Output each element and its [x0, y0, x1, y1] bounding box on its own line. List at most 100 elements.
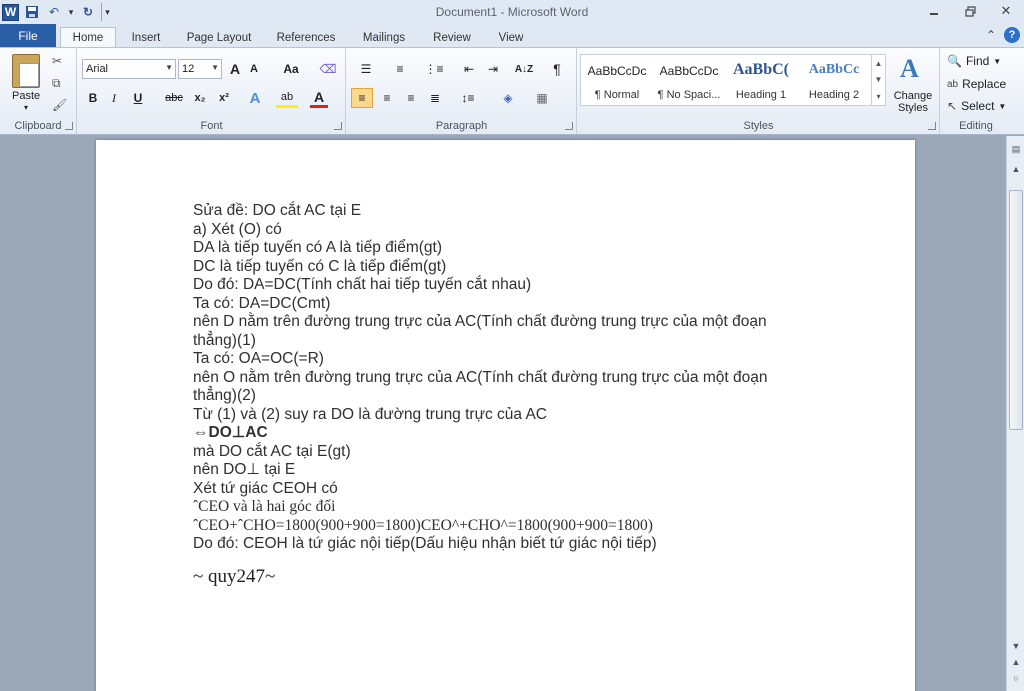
font-color-button[interactable]: A [310, 88, 328, 108]
cut-icon[interactable]: ✂ [52, 54, 62, 68]
highlight-button[interactable]: ab [276, 88, 298, 108]
superscript-button[interactable]: x² [214, 88, 234, 108]
font-name-combo[interactable]: Arial ▼ [82, 59, 176, 79]
bullets-icon[interactable]: ☰ [353, 59, 379, 79]
help-icon[interactable]: ? [1004, 27, 1020, 43]
doc-line: nên O nằm trên đường trung trực của AC(T… [193, 368, 768, 386]
minimize-ribbon-icon[interactable]: ⌃ [986, 28, 996, 42]
underline-button[interactable]: U [130, 88, 146, 108]
scroll-up-icon[interactable]: ▲ [1010, 162, 1022, 176]
doc-line: ˆCEO và là hai góc đối [193, 498, 336, 515]
shading-icon[interactable]: ◈ [495, 88, 521, 108]
style-heading-1[interactable]: AaBbC( Heading 1 [725, 55, 797, 105]
undo-dropdown-icon[interactable]: ▾ [67, 3, 75, 21]
italic-button[interactable]: I [106, 88, 122, 108]
clear-formatting-icon[interactable]: ⌫ [318, 59, 338, 79]
scroll-down-icon[interactable]: ▼ [1010, 639, 1022, 653]
doc-line: a) Xét (O) có [193, 220, 282, 238]
style-no-spacing[interactable]: AaBbCcDc ¶ No Spaci... [653, 55, 725, 105]
chevron-down-icon[interactable]: ▼ [875, 75, 883, 84]
ruler-toggle-icon[interactable]: ▤ [1010, 142, 1022, 156]
decrease-indent-icon[interactable]: ⇤ [459, 59, 479, 79]
numbering-icon[interactable]: ≡ [387, 59, 413, 79]
document-body[interactable]: Sửa đề: DO cắt AC tại E a) Xét (O) có DA… [193, 202, 803, 586]
tab-review[interactable]: Review [424, 27, 480, 48]
justify-icon[interactable]: ≣ [425, 88, 445, 108]
doc-line: nên DO⊥ tại E [193, 461, 296, 478]
replace-button[interactable]: ab Replace [947, 77, 1006, 91]
select-browse-object-icon[interactable]: ○ [1010, 671, 1022, 685]
clipboard-launcher-icon[interactable] [65, 122, 73, 130]
tab-file[interactable]: File [0, 24, 56, 48]
minimize-button[interactable] [916, 0, 952, 22]
word-app-icon[interactable]: W [2, 3, 19, 21]
change-case-button[interactable]: Aa [278, 59, 304, 79]
chevron-down-icon: ▼ [993, 56, 1002, 66]
help-area: ⌃ ? [986, 27, 1020, 43]
strikethrough-button[interactable]: abc [162, 88, 186, 108]
find-button[interactable]: 🔍 Find ▼ [947, 54, 1001, 68]
replace-label: Replace [962, 77, 1007, 91]
scroll-thumb[interactable] [1009, 190, 1023, 430]
tab-insert[interactable]: Insert [122, 27, 170, 48]
doc-line: Ta có: OA=OC(=R) [193, 350, 324, 367]
align-left-icon[interactable]: ≡ [351, 88, 373, 108]
select-button[interactable]: ↖ Select ▼ [947, 99, 1006, 113]
align-center-icon[interactable]: ≡ [377, 88, 397, 108]
styles-scroll[interactable]: ▲ ▼ ▾ [871, 55, 885, 105]
doc-line: ˆCEO+ˆCHO=1800(900+900=1800)CEO^+CHO^=18… [193, 516, 653, 534]
format-painter-icon[interactable]: 🖌 [52, 98, 67, 112]
window-title: Document1 - Microsoft Word [435, 5, 589, 19]
align-right-icon[interactable]: ≡ [401, 88, 421, 108]
style-no-spacing-name: ¶ No Spaci... [657, 89, 721, 101]
style-heading-1-name: Heading 1 [735, 89, 787, 101]
doc-line: DC là tiếp tuyến có C là tiếp điểm(gt) [193, 257, 447, 275]
doc-line: Xét tứ giác CEOH có [193, 479, 338, 497]
paragraph-group: ☰ ≡ ⋮≡ ⇤ ⇥ A↓Z ¶ ≡ ≡ ≡ ≣ ↕≡ ◈ ▦ Paragrap… [347, 48, 577, 134]
style-no-spacing-sample: AaBbCcDc [659, 64, 719, 78]
previous-page-icon[interactable]: ▲ [1010, 655, 1022, 669]
increase-indent-icon[interactable]: ⇥ [483, 59, 503, 79]
font-launcher-icon[interactable] [334, 122, 342, 130]
doc-line: Ta có: DA=DC(Cmt) [193, 294, 331, 312]
change-styles-button[interactable]: A Change Styles [890, 54, 936, 114]
borders-icon[interactable]: ▦ [529, 88, 555, 108]
shrink-font-button[interactable]: A [246, 59, 262, 79]
redo-icon[interactable]: ↻ [79, 3, 97, 21]
restore-button[interactable] [952, 0, 988, 22]
sort-icon[interactable]: A↓Z [513, 59, 535, 79]
copy-icon[interactable]: ⧉ [52, 76, 61, 91]
chevron-up-icon[interactable]: ▲ [875, 59, 883, 68]
replace-icon: ab [947, 78, 959, 90]
document-page[interactable]: Sửa đề: DO cắt AC tại E a) Xét (O) có DA… [96, 140, 915, 691]
tab-home[interactable]: Home [60, 27, 116, 48]
customize-qat-icon[interactable]: ▾ [101, 3, 113, 21]
editing-group: 🔍 Find ▼ ab Replace ↖ Select ▼ Editing [941, 48, 1011, 134]
paste-dropdown-icon[interactable]: ▾ [24, 103, 28, 112]
bold-button[interactable]: B [84, 88, 102, 108]
grow-font-button[interactable]: A [226, 59, 244, 79]
tab-page-layout[interactable]: Page Layout [180, 27, 258, 48]
show-formatting-button[interactable]: ¶ [547, 59, 567, 79]
close-button[interactable]: ✕ [988, 0, 1024, 22]
paste-button-label[interactable]: Paste [12, 90, 40, 102]
text-effects-button[interactable]: A [246, 88, 264, 108]
multilevel-list-icon[interactable]: ⋮≡ [421, 59, 447, 79]
undo-icon[interactable]: ↶ [45, 3, 63, 21]
line-spacing-icon[interactable]: ↕≡ [455, 88, 481, 108]
styles-launcher-icon[interactable] [928, 122, 936, 130]
subscript-button[interactable]: x₂ [190, 88, 210, 108]
tab-view[interactable]: View [488, 27, 534, 48]
paragraph-launcher-icon[interactable] [565, 122, 573, 130]
font-size-combo[interactable]: 12 ▼ [178, 59, 222, 79]
save-icon[interactable] [23, 3, 41, 21]
document-area: Sửa đề: DO cắt AC tại E a) Xét (O) có DA… [0, 136, 1006, 691]
style-normal[interactable]: AaBbCcDc ¶ Normal [581, 55, 653, 105]
doc-line: Do đó: CEOH là tứ giác nội tiếp(Dấu hiệu… [193, 535, 657, 552]
more-icon[interactable]: ▾ [876, 92, 880, 101]
vertical-scrollbar[interactable]: ▤ ▲ ▼ ▲ ○ [1006, 136, 1024, 691]
style-heading-2[interactable]: AaBbCc Heading 2 [797, 55, 871, 105]
paste-icon[interactable] [12, 54, 40, 88]
tab-mailings[interactable]: Mailings [354, 27, 414, 48]
tab-references[interactable]: References [268, 27, 344, 48]
